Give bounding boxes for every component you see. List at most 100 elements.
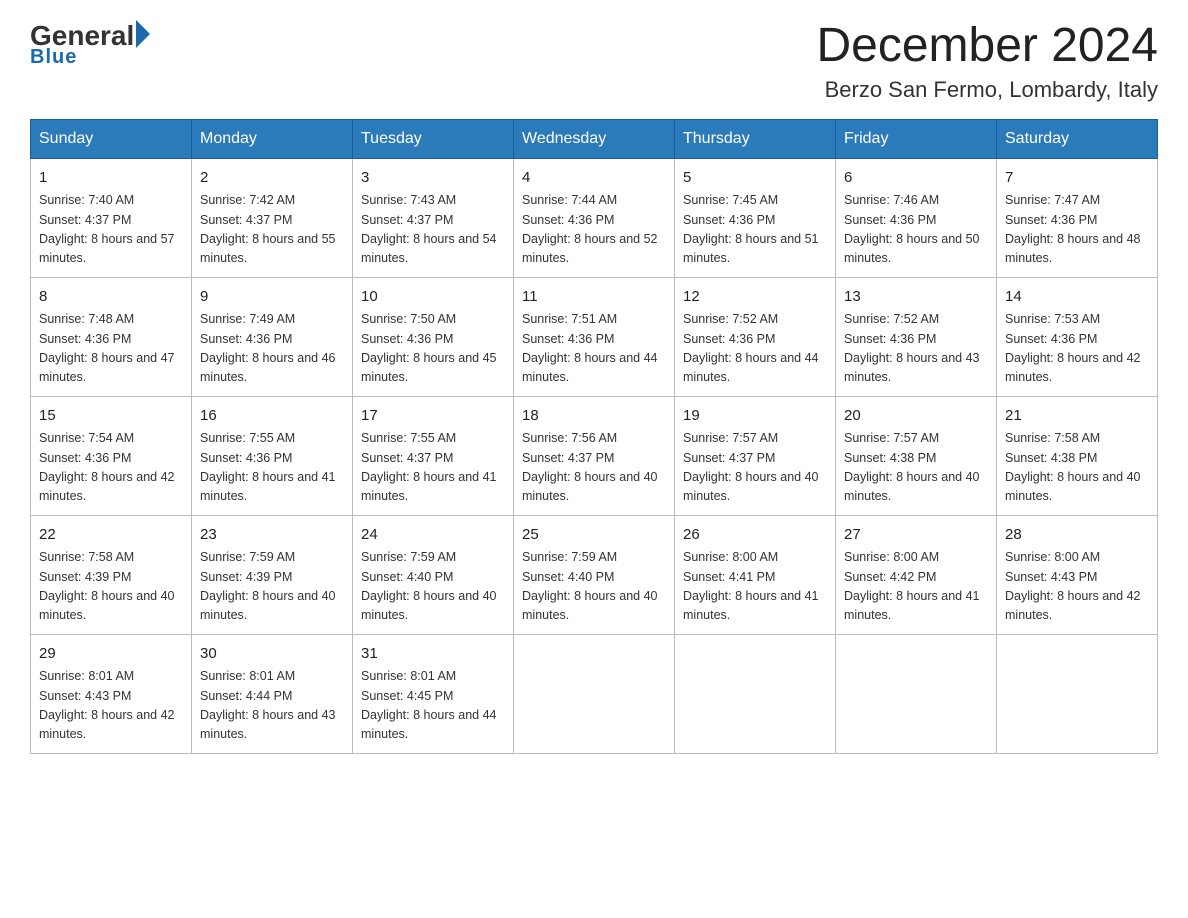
day-info: Sunrise: 7:59 AMSunset: 4:40 PMDaylight:… bbox=[522, 548, 666, 626]
calendar-cell: 11Sunrise: 7:51 AMSunset: 4:36 PMDayligh… bbox=[514, 277, 675, 396]
calendar-cell: 4Sunrise: 7:44 AMSunset: 4:36 PMDaylight… bbox=[514, 158, 675, 277]
calendar-cell: 10Sunrise: 7:50 AMSunset: 4:36 PMDayligh… bbox=[353, 277, 514, 396]
day-info: Sunrise: 7:42 AMSunset: 4:37 PMDaylight:… bbox=[200, 191, 344, 269]
day-info: Sunrise: 7:58 AMSunset: 4:38 PMDaylight:… bbox=[1005, 429, 1149, 507]
day-number: 5 bbox=[683, 167, 827, 190]
page-header: General Blue December 2024 Berzo San Fer… bbox=[30, 20, 1158, 103]
weekday-header-tuesday: Tuesday bbox=[353, 119, 514, 158]
day-number: 25 bbox=[522, 524, 666, 547]
day-number: 26 bbox=[683, 524, 827, 547]
day-number: 21 bbox=[1005, 405, 1149, 428]
calendar-cell bbox=[836, 634, 997, 753]
day-info: Sunrise: 7:59 AMSunset: 4:39 PMDaylight:… bbox=[200, 548, 344, 626]
calendar-cell: 15Sunrise: 7:54 AMSunset: 4:36 PMDayligh… bbox=[31, 396, 192, 515]
day-number: 30 bbox=[200, 643, 344, 666]
calendar-week-1: 1Sunrise: 7:40 AMSunset: 4:37 PMDaylight… bbox=[31, 158, 1158, 277]
day-info: Sunrise: 8:00 AMSunset: 4:42 PMDaylight:… bbox=[844, 548, 988, 626]
day-number: 4 bbox=[522, 167, 666, 190]
calendar-cell: 1Sunrise: 7:40 AMSunset: 4:37 PMDaylight… bbox=[31, 158, 192, 277]
title-section: December 2024 Berzo San Fermo, Lombardy,… bbox=[816, 20, 1158, 103]
day-number: 19 bbox=[683, 405, 827, 428]
calendar-cell: 13Sunrise: 7:52 AMSunset: 4:36 PMDayligh… bbox=[836, 277, 997, 396]
day-number: 29 bbox=[39, 643, 183, 666]
day-number: 1 bbox=[39, 167, 183, 190]
calendar-cell: 23Sunrise: 7:59 AMSunset: 4:39 PMDayligh… bbox=[192, 515, 353, 634]
day-info: Sunrise: 7:57 AMSunset: 4:37 PMDaylight:… bbox=[683, 429, 827, 507]
calendar-cell: 19Sunrise: 7:57 AMSunset: 4:37 PMDayligh… bbox=[675, 396, 836, 515]
calendar-cell: 12Sunrise: 7:52 AMSunset: 4:36 PMDayligh… bbox=[675, 277, 836, 396]
day-info: Sunrise: 7:44 AMSunset: 4:36 PMDaylight:… bbox=[522, 191, 666, 269]
calendar-cell: 18Sunrise: 7:56 AMSunset: 4:37 PMDayligh… bbox=[514, 396, 675, 515]
weekday-header-thursday: Thursday bbox=[675, 119, 836, 158]
main-title: December 2024 bbox=[816, 20, 1158, 73]
day-number: 28 bbox=[1005, 524, 1149, 547]
day-number: 14 bbox=[1005, 286, 1149, 309]
weekday-header-monday: Monday bbox=[192, 119, 353, 158]
calendar-week-5: 29Sunrise: 8:01 AMSunset: 4:43 PMDayligh… bbox=[31, 634, 1158, 753]
day-info: Sunrise: 8:01 AMSunset: 4:43 PMDaylight:… bbox=[39, 667, 183, 745]
day-info: Sunrise: 7:56 AMSunset: 4:37 PMDaylight:… bbox=[522, 429, 666, 507]
day-info: Sunrise: 7:50 AMSunset: 4:36 PMDaylight:… bbox=[361, 310, 505, 388]
day-number: 24 bbox=[361, 524, 505, 547]
day-number: 8 bbox=[39, 286, 183, 309]
calendar-cell: 31Sunrise: 8:01 AMSunset: 4:45 PMDayligh… bbox=[353, 634, 514, 753]
calendar-cell: 21Sunrise: 7:58 AMSunset: 4:38 PMDayligh… bbox=[997, 396, 1158, 515]
day-number: 11 bbox=[522, 286, 666, 309]
day-info: Sunrise: 7:54 AMSunset: 4:36 PMDaylight:… bbox=[39, 429, 183, 507]
day-info: Sunrise: 7:55 AMSunset: 4:37 PMDaylight:… bbox=[361, 429, 505, 507]
day-info: Sunrise: 7:51 AMSunset: 4:36 PMDaylight:… bbox=[522, 310, 666, 388]
day-number: 6 bbox=[844, 167, 988, 190]
day-number: 10 bbox=[361, 286, 505, 309]
day-number: 23 bbox=[200, 524, 344, 547]
calendar-cell bbox=[514, 634, 675, 753]
day-info: Sunrise: 7:53 AMSunset: 4:36 PMDaylight:… bbox=[1005, 310, 1149, 388]
day-info: Sunrise: 7:52 AMSunset: 4:36 PMDaylight:… bbox=[844, 310, 988, 388]
calendar-week-2: 8Sunrise: 7:48 AMSunset: 4:36 PMDaylight… bbox=[31, 277, 1158, 396]
weekday-header-sunday: Sunday bbox=[31, 119, 192, 158]
day-info: Sunrise: 7:46 AMSunset: 4:36 PMDaylight:… bbox=[844, 191, 988, 269]
day-number: 27 bbox=[844, 524, 988, 547]
day-info: Sunrise: 7:59 AMSunset: 4:40 PMDaylight:… bbox=[361, 548, 505, 626]
calendar-cell: 14Sunrise: 7:53 AMSunset: 4:36 PMDayligh… bbox=[997, 277, 1158, 396]
calendar-cell: 9Sunrise: 7:49 AMSunset: 4:36 PMDaylight… bbox=[192, 277, 353, 396]
logo-triangle-icon bbox=[136, 20, 150, 48]
day-number: 15 bbox=[39, 405, 183, 428]
day-info: Sunrise: 8:00 AMSunset: 4:41 PMDaylight:… bbox=[683, 548, 827, 626]
calendar-cell: 22Sunrise: 7:58 AMSunset: 4:39 PMDayligh… bbox=[31, 515, 192, 634]
day-info: Sunrise: 7:49 AMSunset: 4:36 PMDaylight:… bbox=[200, 310, 344, 388]
subtitle: Berzo San Fermo, Lombardy, Italy bbox=[816, 77, 1158, 103]
day-number: 22 bbox=[39, 524, 183, 547]
day-number: 2 bbox=[200, 167, 344, 190]
calendar-cell: 24Sunrise: 7:59 AMSunset: 4:40 PMDayligh… bbox=[353, 515, 514, 634]
calendar-cell: 20Sunrise: 7:57 AMSunset: 4:38 PMDayligh… bbox=[836, 396, 997, 515]
day-info: Sunrise: 7:52 AMSunset: 4:36 PMDaylight:… bbox=[683, 310, 827, 388]
calendar-cell: 27Sunrise: 8:00 AMSunset: 4:42 PMDayligh… bbox=[836, 515, 997, 634]
calendar-cell: 7Sunrise: 7:47 AMSunset: 4:36 PMDaylight… bbox=[997, 158, 1158, 277]
calendar-cell: 16Sunrise: 7:55 AMSunset: 4:36 PMDayligh… bbox=[192, 396, 353, 515]
day-info: Sunrise: 7:58 AMSunset: 4:39 PMDaylight:… bbox=[39, 548, 183, 626]
day-info: Sunrise: 8:00 AMSunset: 4:43 PMDaylight:… bbox=[1005, 548, 1149, 626]
day-number: 3 bbox=[361, 167, 505, 190]
calendar-cell: 30Sunrise: 8:01 AMSunset: 4:44 PMDayligh… bbox=[192, 634, 353, 753]
weekday-header-saturday: Saturday bbox=[997, 119, 1158, 158]
calendar-cell: 3Sunrise: 7:43 AMSunset: 4:37 PMDaylight… bbox=[353, 158, 514, 277]
day-number: 20 bbox=[844, 405, 988, 428]
day-info: Sunrise: 7:43 AMSunset: 4:37 PMDaylight:… bbox=[361, 191, 505, 269]
calendar-cell: 2Sunrise: 7:42 AMSunset: 4:37 PMDaylight… bbox=[192, 158, 353, 277]
weekday-header-wednesday: Wednesday bbox=[514, 119, 675, 158]
day-info: Sunrise: 7:48 AMSunset: 4:36 PMDaylight:… bbox=[39, 310, 183, 388]
day-number: 7 bbox=[1005, 167, 1149, 190]
calendar-cell: 6Sunrise: 7:46 AMSunset: 4:36 PMDaylight… bbox=[836, 158, 997, 277]
weekday-header-friday: Friday bbox=[836, 119, 997, 158]
weekday-header-row: SundayMondayTuesdayWednesdayThursdayFrid… bbox=[31, 119, 1158, 158]
day-info: Sunrise: 8:01 AMSunset: 4:45 PMDaylight:… bbox=[361, 667, 505, 745]
logo-blue-text: Blue bbox=[30, 46, 77, 69]
calendar-cell: 8Sunrise: 7:48 AMSunset: 4:36 PMDaylight… bbox=[31, 277, 192, 396]
calendar-cell bbox=[997, 634, 1158, 753]
day-number: 9 bbox=[200, 286, 344, 309]
day-number: 31 bbox=[361, 643, 505, 666]
day-info: Sunrise: 8:01 AMSunset: 4:44 PMDaylight:… bbox=[200, 667, 344, 745]
day-info: Sunrise: 7:57 AMSunset: 4:38 PMDaylight:… bbox=[844, 429, 988, 507]
day-number: 17 bbox=[361, 405, 505, 428]
calendar-cell: 5Sunrise: 7:45 AMSunset: 4:36 PMDaylight… bbox=[675, 158, 836, 277]
